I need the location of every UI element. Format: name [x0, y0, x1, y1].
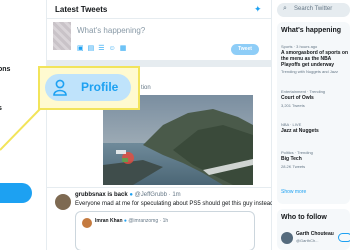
trends-panel: What's happening Sports · 3 hours ago A … [277, 22, 350, 204]
emoji-icon[interactable]: ☺ [109, 45, 120, 52]
sidebar-item-label: s [0, 105, 2, 112]
main-timeline: Latest Tweets ✦ What's happening? ▣▤☰☺▦ … [46, 0, 274, 250]
tweet-author[interactable]: grubbsnax is back ● @JeffGrubb · 1m [75, 192, 181, 198]
quoted-tweet[interactable]: Imran Khan ● @imranzomg · 1h [75, 211, 255, 250]
search-bar[interactable]: ⌕ Search Twitter [277, 3, 350, 17]
trend-headline[interactable]: Jazz at Nuggets [281, 128, 319, 134]
sidebar-item-profile[interactable]: Profile [45, 74, 131, 101]
avatar[interactable] [53, 22, 71, 50]
sidebar-item-label: ons [0, 66, 11, 73]
trend-context: Sports · 3 hours ago [281, 44, 318, 49]
follow-button[interactable] [338, 233, 350, 242]
divider [47, 18, 273, 19]
quote-author-handle: @imranzomg · 1h [128, 218, 169, 224]
follow-title: Who to follow [281, 214, 327, 221]
trend-headline[interactable]: Court of Owls [281, 95, 314, 101]
profile-label: Profile [81, 80, 119, 94]
poll-icon[interactable]: ☰ [98, 45, 108, 52]
tweet-context-label: tion [141, 85, 151, 91]
trend-context: Politics · Trending [281, 150, 313, 155]
avatar [82, 218, 92, 228]
right-sidebar: ⌕ Search Twitter What's happening Sports… [272, 0, 350, 250]
trend-count: Trending with Nuggets and Jazz [281, 69, 338, 74]
verified-icon: ● [123, 218, 127, 224]
image-icon[interactable]: ▣ [77, 45, 88, 52]
avatar[interactable] [55, 194, 71, 210]
follow-handle: @GarthCh... [296, 238, 319, 243]
trend-context: Entertainment · Trending [281, 89, 326, 94]
trends-title: What's happening [281, 27, 341, 34]
verified-icon: ● [129, 192, 133, 198]
sidebar-tweet-button[interactable] [0, 183, 32, 203]
follow-name[interactable]: Garth Chouteau [296, 231, 334, 237]
quote-author-name: Imran Khan [95, 218, 123, 224]
author-handle: @JeffGrubb · 1m [134, 192, 181, 198]
trend-headline[interactable]: Big Tech [281, 156, 302, 162]
trend-count: 3,201 Tweets [281, 103, 305, 108]
compose-toolbar: ▣▤☰☺▦ [77, 44, 130, 52]
sparkle-icon[interactable]: ✦ [254, 4, 262, 15]
trend-headline[interactable]: A smorgasbord of sports on the menu as t… [281, 50, 349, 68]
trend-count: 28.2K Tweets [281, 164, 306, 169]
left-sidebar: ons s [0, 0, 46, 250]
compose-input[interactable]: What's happening? [77, 26, 145, 35]
sidebar-item-notifications[interactable]: ons [0, 66, 10, 73]
tweet-text: Everyone mad at me for speculating about… [75, 201, 274, 207]
twitter-page: ons s Latest Tweets ✦ What's happening? … [0, 0, 350, 250]
sidebar-item-lists[interactable]: s [0, 105, 2, 112]
author-name: grubbsnax is back [75, 192, 128, 198]
search-input[interactable]: Search Twitter [294, 6, 332, 12]
who-to-follow-panel: Who to follow Garth Chouteau @GarthCh... [277, 209, 350, 250]
tweet-button[interactable]: Tweet [231, 44, 259, 55]
divider [47, 187, 273, 188]
gif-icon[interactable]: ▤ [88, 45, 99, 52]
show-more-link[interactable]: Show more [281, 189, 306, 195]
profile-icon [53, 79, 67, 96]
schedule-icon[interactable]: ▦ [120, 45, 131, 52]
avatar[interactable] [281, 232, 293, 244]
quote-author: Imran Khan ● @imranzomg · 1h [95, 218, 168, 224]
trend-context: NBA · LIVE [281, 122, 302, 127]
search-icon: ⌕ [283, 5, 287, 12]
page-title: Latest Tweets [55, 5, 108, 14]
